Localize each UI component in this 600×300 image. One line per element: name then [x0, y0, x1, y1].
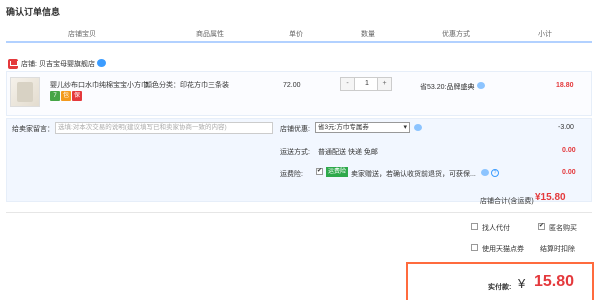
insurance-amount: 0.00 [562, 169, 576, 176]
help-icon[interactable]: ? [491, 169, 499, 177]
payment-label: 实付款: [488, 284, 512, 291]
product-sku: 颜色分类：印花方巾三条装 [145, 82, 229, 89]
chat-icon[interactable] [97, 59, 106, 67]
col-discount: 优惠方式 [442, 31, 470, 38]
coupon-info-icon[interactable] [414, 124, 422, 131]
coupon-amount: -3.00 [558, 124, 574, 131]
quantity-stepper: - 1 + [340, 77, 392, 91]
points-checkbox[interactable] [471, 244, 478, 251]
product-thumbnail[interactable] [10, 77, 40, 107]
col-price: 单价 [289, 31, 303, 38]
shop-name-link[interactable]: 贝吉宝母婴旗舰店 [39, 59, 95, 69]
pay-for-me-label: 找人代付 [482, 225, 510, 232]
insurance-chat-icon[interactable] [481, 169, 489, 176]
seven-day-return-badge[interactable]: 7 [50, 91, 60, 101]
protection-badge[interactable]: 保 [72, 91, 82, 101]
item-row [6, 71, 592, 116]
coupon-select[interactable]: 省3元:方巾专属券 [315, 122, 410, 133]
shop-icon [8, 59, 18, 69]
divider [6, 212, 592, 213]
promo-text: 省53.20:品牌盛典 [420, 84, 475, 91]
col-subtotal: 小计 [538, 31, 552, 38]
coupon-label: 店铺优惠: [280, 126, 310, 133]
payment-amount: 15.80 [534, 273, 575, 290]
points-label: 使用天猫点券 [482, 246, 524, 253]
shipping-label: 运送方式: [280, 149, 310, 156]
col-shop-item: 店铺宝贝 [68, 31, 96, 38]
shop-total-amount: ¥15.80 [535, 192, 566, 203]
product-title-link[interactable]: 婴儿纱布口水巾纯棉宝宝小方巾... [50, 80, 154, 90]
settle-discount-label: 结算时扣除 [540, 246, 575, 253]
payment-currency: ¥ [518, 276, 526, 291]
insurance-label: 运费险: [280, 171, 303, 178]
shipping-method: 普通配送 快递 免邮 [318, 149, 378, 156]
promo-info-icon[interactable] [477, 82, 485, 89]
page-title: 确认订单信息 [6, 7, 61, 17]
quantity-input[interactable]: 1 [355, 78, 379, 90]
insurance-text: 卖家赠送，若确认收货前退货，可获保... [351, 171, 476, 178]
col-quantity: 数量 [361, 31, 375, 38]
message-label: 给卖家留言： [12, 126, 54, 133]
unit-price: 72.00 [283, 82, 301, 89]
table-header: 店铺宝贝 商品属性 单价 数量 优惠方式 小计 [6, 25, 592, 43]
col-attributes: 商品属性 [196, 31, 224, 38]
pay-for-me-checkbox[interactable] [471, 223, 478, 230]
shop-label: 店铺: [21, 61, 37, 68]
item-subtotal: 18.80 [556, 82, 574, 89]
anonymous-label: 匿名购买 [549, 225, 577, 232]
shipping-amount: 0.00 [562, 147, 576, 154]
quantity-decrease-button[interactable]: - [341, 78, 355, 90]
shop-total-label: 店铺合计(含运费) [480, 198, 534, 205]
anonymous-checkbox[interactable] [538, 222, 545, 230]
message-input[interactable]: 选填:对本次交易的说明(建议填写已和卖家协商一致的内容) [55, 122, 273, 134]
quantity-increase-button[interactable]: + [377, 78, 391, 90]
insurance-checkbox[interactable] [316, 167, 323, 175]
insurance-tag: 运费险 [326, 167, 348, 177]
guarantee-badge[interactable]: 包 [61, 91, 71, 101]
